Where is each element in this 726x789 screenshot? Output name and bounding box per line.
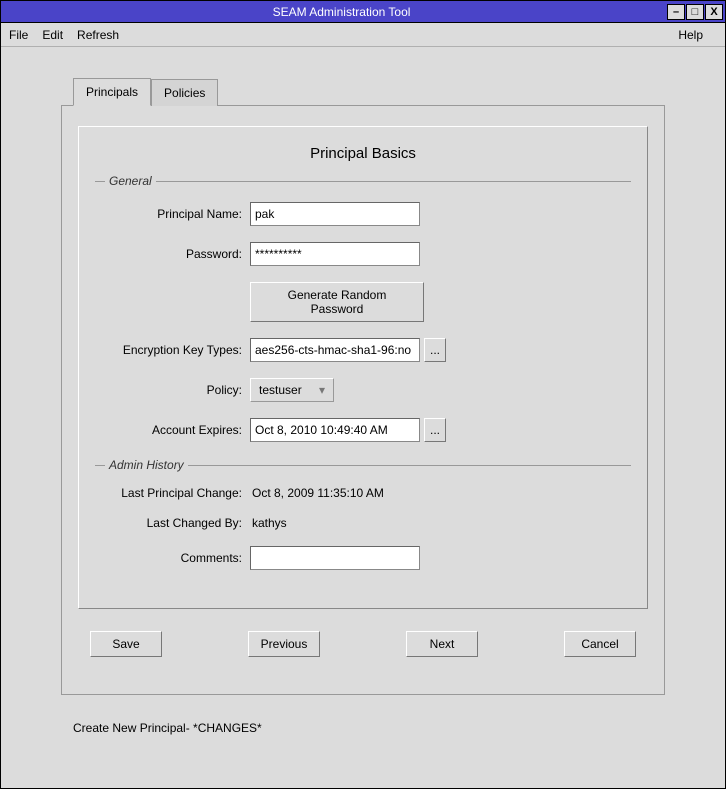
comments-input[interactable]	[250, 546, 420, 570]
label-policy: Policy:	[95, 383, 250, 397]
label-account-expires: Account Expires:	[95, 423, 250, 437]
label-encryption-key-types: Encryption Key Types:	[95, 343, 250, 357]
label-comments: Comments:	[95, 551, 250, 565]
menubar: File Edit Refresh Help	[1, 23, 725, 47]
encryption-key-types-browse-button[interactable]: ...	[424, 338, 446, 362]
account-expires-browse-button[interactable]: ...	[424, 418, 446, 442]
fieldset-general: General Principal Name: Password:	[95, 174, 631, 442]
chevron-down-icon: ▾	[317, 385, 327, 395]
menu-refresh[interactable]: Refresh	[77, 28, 119, 42]
maximize-button[interactable]: □	[686, 4, 704, 20]
fieldset-admin-history-label: Admin History	[105, 458, 188, 472]
close-button[interactable]: X	[705, 4, 723, 20]
save-button[interactable]: Save	[90, 631, 162, 657]
fieldset-general-label: General	[105, 174, 156, 188]
tab-principals[interactable]: Principals	[73, 78, 151, 106]
cancel-button[interactable]: Cancel	[564, 631, 636, 657]
principal-basics-panel: Principal Basics General Principal Name:…	[78, 126, 648, 609]
tab-policies[interactable]: Policies	[151, 79, 218, 106]
label-last-changed-by: Last Changed By:	[95, 516, 250, 530]
fieldset-admin-history: Admin History Last Principal Change: Oct…	[95, 458, 631, 570]
action-button-row: Save Previous Next Cancel	[78, 631, 648, 657]
generate-random-password-button[interactable]: Generate Random Password	[250, 282, 424, 322]
tab-panel: Principal Basics General Principal Name:…	[61, 105, 665, 695]
panel-title: Principal Basics	[95, 145, 631, 162]
encryption-key-types-input[interactable]	[250, 338, 420, 362]
minimize-button[interactable]: –	[667, 4, 685, 20]
policy-select[interactable]: testuser ▾	[250, 378, 334, 402]
status-line: Create New Principal- *CHANGES*	[73, 721, 665, 735]
menu-file[interactable]: File	[9, 28, 28, 42]
label-password: Password:	[95, 247, 250, 261]
label-last-principal-change: Last Principal Change:	[95, 486, 250, 500]
menu-edit[interactable]: Edit	[42, 28, 63, 42]
password-input[interactable]	[250, 242, 420, 266]
principal-name-input[interactable]	[250, 202, 420, 226]
window-titlebar: SEAM Administration Tool – □ X	[1, 1, 725, 23]
account-expires-input[interactable]	[250, 418, 420, 442]
previous-button[interactable]: Previous	[248, 631, 320, 657]
window-title: SEAM Administration Tool	[17, 5, 666, 19]
next-button[interactable]: Next	[406, 631, 478, 657]
last-changed-by-value: kathys	[250, 516, 287, 530]
label-principal-name: Principal Name:	[95, 207, 250, 221]
tab-strip: Principals Policies	[73, 77, 665, 105]
last-principal-change-value: Oct 8, 2009 11:35:10 AM	[250, 486, 384, 500]
content-area: Principals Policies Principal Basics Gen…	[1, 47, 725, 745]
menu-help[interactable]: Help	[678, 28, 703, 42]
window-controls: – □ X	[666, 4, 725, 20]
policy-select-value: testuser	[259, 383, 309, 397]
